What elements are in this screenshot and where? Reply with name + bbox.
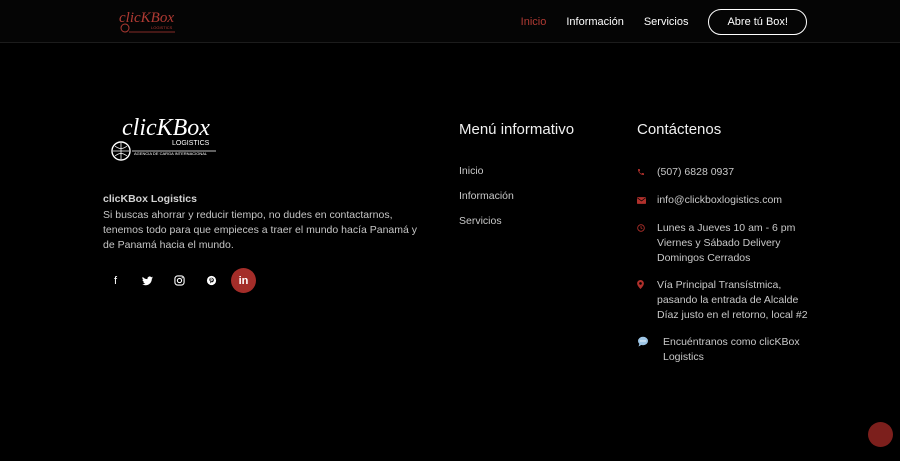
menu-column: Menú informativo Inicio Información Serv…: [459, 121, 574, 240]
social-note-text: Encuéntranos como clicKBox Logistics: [663, 336, 800, 363]
phone-icon: [637, 165, 657, 181]
nav-servicios[interactable]: Servicios: [644, 16, 689, 28]
footer-logo: clicKBox LOGISTICS AGENCIA DE CARGA INTE…: [111, 115, 216, 161]
menu-item-inicio[interactable]: Inicio: [459, 165, 574, 177]
footer-logo-text: clicKBox: [122, 115, 210, 141]
clock-icon: [637, 221, 657, 266]
site-header: clicKBox LOGISTICS Inicio Información Se…: [0, 0, 900, 43]
nav-informacion[interactable]: Información: [566, 16, 623, 28]
email-icon: [637, 193, 657, 209]
phone-text: (507) 6828 0937: [657, 166, 735, 178]
menu-list: Inicio Información Servicios: [459, 165, 574, 227]
pinterest-icon[interactable]: [199, 268, 224, 293]
menu-item-informacion[interactable]: Información: [459, 190, 574, 202]
chat-widget-button[interactable]: [868, 422, 893, 447]
nav-inicio[interactable]: Inicio: [521, 16, 547, 28]
linkedin-icon[interactable]: in: [231, 268, 256, 293]
contact-address: Vía Principal Transístmica, pasando la e…: [637, 278, 822, 323]
twitter-icon[interactable]: [135, 268, 160, 293]
open-box-button[interactable]: Abre tú Box!: [708, 9, 807, 35]
hours-text: Lunes a Jueves 10 am - 6 pm Viernes y Sá…: [657, 222, 796, 264]
contact-list: (507) 6828 0937 info@clickboxlogistics.c…: [637, 165, 822, 365]
header-logo-text: clicKBox: [119, 10, 174, 26]
chat-icon: [637, 335, 663, 365]
contact-column: Contáctenos (507) 6828 0937 info@clickbo…: [637, 121, 822, 377]
footer-logo-subtitle: LOGISTICS: [172, 140, 210, 147]
facebook-icon[interactable]: f: [103, 268, 128, 293]
social-links: f in: [103, 268, 433, 293]
header-logo[interactable]: clicKBox LOGISTICS: [113, 4, 179, 36]
contact-email[interactable]: info@clickboxlogistics.com: [637, 193, 822, 209]
contact-phone[interactable]: (507) 6828 0937: [637, 165, 822, 181]
brand-description: Si buscas ahorrar y reducir tiempo, no d…: [103, 209, 418, 251]
menu-item-servicios[interactable]: Servicios: [459, 215, 574, 227]
brand-name: clicKBox Logistics: [103, 193, 197, 205]
about-column: clicKBox LOGISTICS AGENCIA DE CARGA INTE…: [103, 107, 433, 293]
contact-social-note: Encuéntranos como clicKBox Logistics: [637, 335, 822, 365]
address-text: Vía Principal Transístmica, pasando la e…: [657, 279, 808, 321]
instagram-icon[interactable]: [167, 268, 192, 293]
main-nav: Inicio Información Servicios Abre tú Box…: [521, 9, 807, 35]
footer-logo-tagline: AGENCIA DE CARGA INTERNACIONAL: [134, 151, 208, 156]
menu-title: Menú informativo: [459, 121, 575, 138]
contact-title: Contáctenos: [637, 121, 722, 138]
email-text: info@clickboxlogistics.com: [657, 194, 783, 206]
location-pin-icon: [637, 278, 657, 323]
header-logo-subtitle: LOGISTICS: [151, 25, 173, 30]
contact-hours: Lunes a Jueves 10 am - 6 pm Viernes y Sá…: [637, 221, 822, 266]
